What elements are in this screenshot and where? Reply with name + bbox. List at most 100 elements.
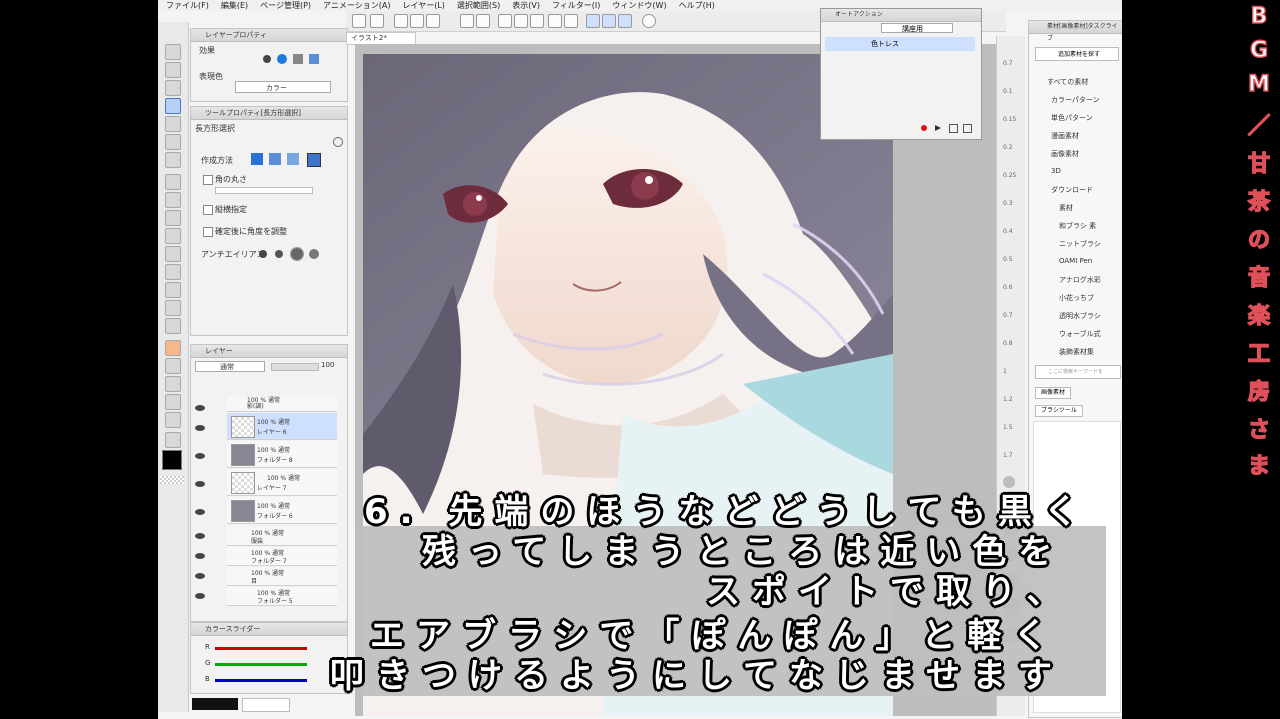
corner-slider[interactable] — [215, 187, 313, 194]
material-tree-item[interactable]: OAMI Pen — [1059, 257, 1092, 265]
aa-weak-icon[interactable] — [275, 250, 283, 258]
corner-checkbox[interactable] — [203, 175, 213, 185]
figure-tool-icon[interactable] — [165, 394, 181, 410]
menu-edit[interactable]: 編集(E) — [221, 0, 248, 11]
menu-help[interactable]: ヘルプ(H) — [679, 0, 715, 11]
trash-icon[interactable] — [963, 124, 972, 133]
action-set-select[interactable]: 講座用 — [881, 23, 953, 33]
g-slider[interactable] — [215, 663, 307, 666]
size-value[interactable]: 0.3 — [1003, 200, 1013, 207]
r-slider[interactable] — [215, 647, 307, 650]
eyedropper-tool-icon[interactable] — [165, 152, 181, 168]
text-tool-icon[interactable] — [165, 246, 181, 262]
invert-icon[interactable] — [530, 14, 544, 28]
material-tree-item[interactable]: 漫画素材 — [1051, 131, 1079, 141]
size-value[interactable]: 1.5 — [1003, 424, 1013, 431]
fill-tool-icon[interactable] — [165, 228, 181, 244]
layer-row-selected[interactable]: 100 % 通常 レイヤー 6 — [227, 413, 337, 440]
zoom-tool-icon[interactable] — [165, 44, 181, 60]
menu-page[interactable]: ページ管理(P) — [260, 0, 311, 11]
eraser-tool-icon[interactable] — [165, 210, 181, 226]
eye-icon[interactable] — [195, 425, 205, 431]
sub-color-bar[interactable] — [242, 698, 290, 712]
material-tree-item[interactable]: カラーパターン — [1051, 95, 1100, 105]
menu-filter[interactable]: フィルター(I) — [552, 0, 600, 11]
effect-tone-icon[interactable] — [293, 54, 303, 64]
layer-row[interactable]: 100 % 通常 フォルダー 8 — [227, 441, 337, 468]
menu-window[interactable]: ウィンドウ(W) — [612, 0, 666, 11]
layer-row[interactable]: 100 % 通常 フォルダー 7 — [227, 547, 337, 566]
mode-intersect-icon[interactable] — [307, 153, 321, 167]
save-icon[interactable] — [426, 14, 440, 28]
move-tool-icon[interactable] — [165, 116, 181, 132]
expression-color-select[interactable]: カラー — [235, 81, 331, 93]
menu-file[interactable]: ファイル(F) — [166, 0, 209, 11]
layer-row[interactable]: 100 % 通常 目 — [227, 567, 337, 586]
airbrush-tool-icon[interactable] — [165, 340, 181, 356]
eye-icon[interactable] — [195, 593, 205, 599]
clip-icon[interactable] — [370, 14, 384, 28]
mode-add-icon[interactable] — [269, 153, 281, 165]
decoration-tool-icon[interactable] — [165, 376, 181, 392]
opacity-value[interactable]: 100 — [321, 361, 334, 369]
effect-color-icon[interactable] — [309, 54, 319, 64]
eye-icon[interactable] — [195, 509, 205, 515]
material-search-input[interactable]: ここに検索キーワードを — [1035, 365, 1121, 379]
fill-icon[interactable] — [564, 14, 578, 28]
clear-icon[interactable] — [548, 14, 562, 28]
size-value[interactable]: 0.7 — [1003, 60, 1013, 67]
search-icon[interactable] — [333, 137, 343, 147]
size-value[interactable]: 0.4 — [1003, 228, 1013, 235]
pen-tool-icon[interactable] — [165, 174, 181, 190]
material-tree-item[interactable]: 透明水ブラシ — [1059, 311, 1101, 321]
layer-row[interactable]: 100 % 通常 フォルダー 6 — [227, 497, 337, 524]
material-tree-item[interactable]: 画像素材 — [1051, 149, 1079, 159]
new-icon[interactable] — [394, 14, 408, 28]
eye-icon[interactable] — [195, 405, 205, 411]
after-angle-checkbox[interactable] — [203, 227, 213, 237]
eye-icon[interactable] — [195, 573, 205, 579]
layer-row[interactable]: 100 % 通常 服装 — [227, 527, 337, 546]
size-value[interactable]: 1 — [1003, 368, 1007, 375]
aa-strong-icon[interactable] — [309, 249, 319, 259]
aspect-checkbox[interactable] — [203, 205, 213, 215]
material-tree-item[interactable]: アナログ水彩 — [1059, 275, 1101, 285]
transform-icon[interactable] — [498, 14, 512, 28]
deselect-icon[interactable] — [514, 14, 528, 28]
hand-tool-icon[interactable] — [165, 62, 181, 78]
material-tag[interactable]: 画像素材 — [1035, 387, 1071, 399]
play-icon[interactable] — [935, 125, 941, 131]
menu-view[interactable]: 表示(V) — [512, 0, 540, 11]
menu-layer[interactable]: レイヤー(L) — [402, 0, 444, 11]
redo-icon[interactable] — [476, 14, 490, 28]
size-value[interactable]: 0.2 — [1003, 144, 1013, 151]
material-tag[interactable]: ブラシツール — [1035, 405, 1083, 417]
material-tree-item[interactable]: 素材 — [1059, 203, 1073, 213]
main-color-bar[interactable] — [192, 698, 238, 710]
material-tree-item[interactable]: 単色パターン — [1051, 113, 1093, 123]
new-action-icon[interactable] — [949, 124, 958, 133]
material-tree-item[interactable]: ニットブラシ — [1059, 239, 1101, 249]
grid-icon[interactable] — [352, 14, 366, 28]
snap-ruler-icon[interactable] — [586, 14, 600, 28]
size-value[interactable]: 0.15 — [1003, 116, 1016, 123]
frame-tool-icon[interactable] — [165, 318, 181, 334]
effect-border-icon[interactable] — [277, 54, 287, 64]
menu-animation[interactable]: アニメーション(A) — [323, 0, 390, 11]
operation-tool-icon[interactable] — [165, 432, 181, 448]
material-tree-item[interactable]: 3D — [1051, 167, 1061, 175]
size-value[interactable]: 0.7 — [1003, 312, 1013, 319]
add-material-button[interactable]: 追加素材を探す — [1035, 47, 1119, 61]
correct-tool-icon[interactable] — [165, 412, 181, 428]
gradient-tool-icon[interactable] — [165, 300, 181, 316]
layer-row[interactable]: 100 % 通常 影(調) — [227, 397, 337, 412]
material-tree-item[interactable]: 装飾素材集 — [1059, 347, 1094, 357]
size-value[interactable]: 1.2 — [1003, 396, 1013, 403]
aa-medium-icon[interactable] — [290, 247, 304, 261]
blend-mode-select[interactable]: 通常 — [195, 361, 265, 372]
size-value[interactable]: 0.6 — [1003, 284, 1013, 291]
action-item[interactable]: 色トレス — [825, 37, 975, 51]
help-icon[interactable] — [642, 14, 656, 28]
size-value[interactable]: 0.25 — [1003, 172, 1016, 179]
balloon-tool-icon[interactable] — [165, 264, 181, 280]
